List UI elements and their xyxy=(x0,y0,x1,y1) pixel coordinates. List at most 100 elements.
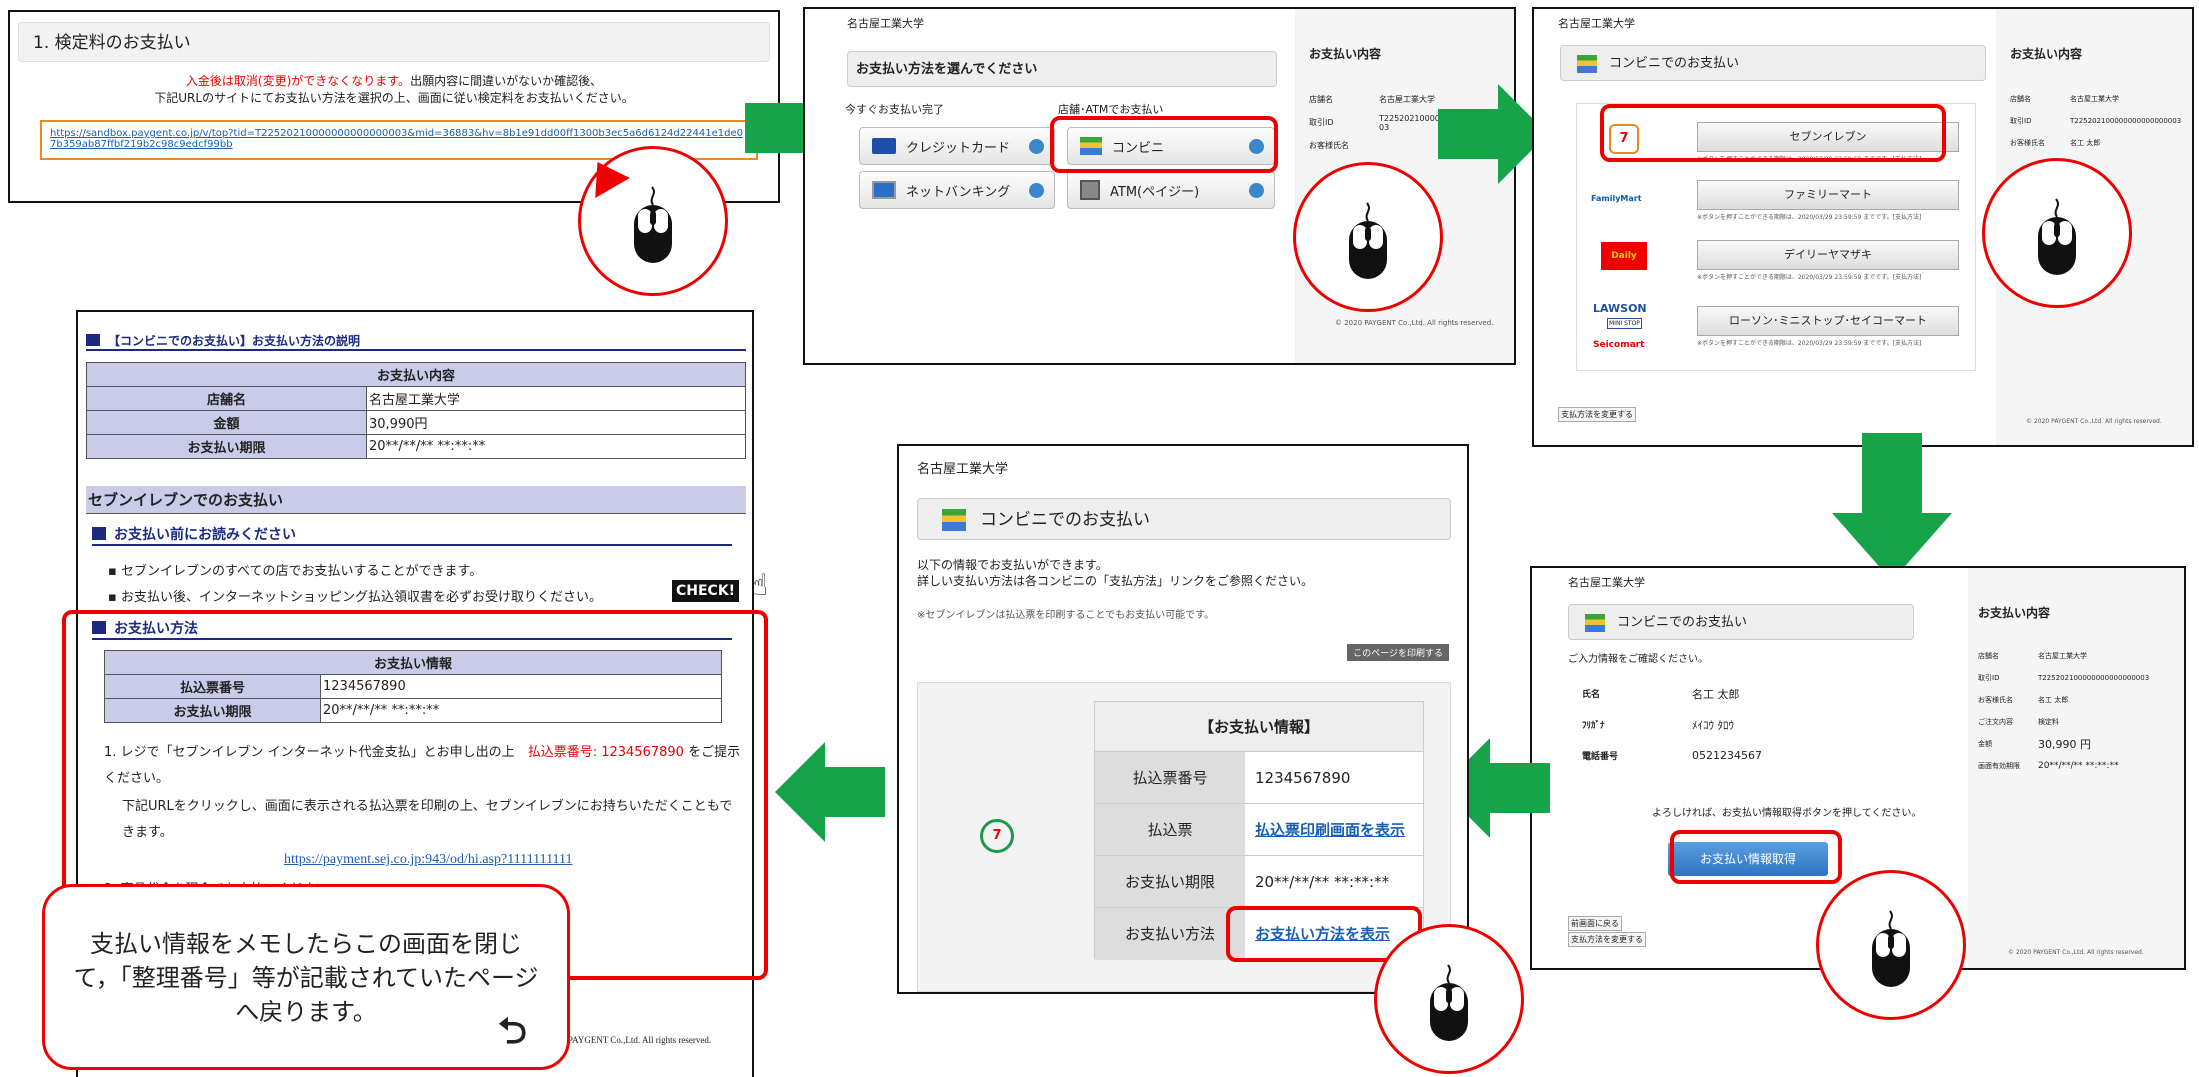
flow-arrow-5 xyxy=(775,742,885,842)
summary-table: 店舗名 名古屋工業大学 取引ID T225202100000000000000003… xyxy=(2010,88,2186,154)
instruction-callout: 支払い情報をメモしたらこの画面を閉じて，「整理番号」等が記載されていたページへ戻… xyxy=(42,884,570,1070)
seven-eleven-logo: 7 xyxy=(980,819,1014,853)
net-banking-label: ネットバンキング xyxy=(906,184,1011,200)
univ-name: 名古屋工業大学 xyxy=(847,17,924,30)
store-note: ※ボタンを押すことができる期限は、2020/03/29 23:59:59 までで… xyxy=(1697,340,1922,347)
mouse-icon xyxy=(633,186,673,264)
table-row: 金額 30,990 円 xyxy=(1978,738,2091,751)
section-title: 1. 検定料のお支払い xyxy=(18,22,770,62)
table-row: お支払い期限 20**/**/** **:**:** xyxy=(1095,856,1423,908)
lawson-logo: LAWSON xyxy=(1593,302,1647,315)
flow-arrow-3 xyxy=(1832,433,1952,581)
table-row: 店舗名 名古屋工業大学 xyxy=(86,386,746,411)
instant-pay-label: 今すぐお支払い完了 xyxy=(845,103,944,116)
list-item: ▪ セブンイレブンのすべての店でお支払いすることができます。 xyxy=(108,564,483,579)
net-banking-button[interactable]: ネットバンキング xyxy=(859,171,1055,209)
seven-note: ※セブンイレブンは払込票を印刷することでもお支払い可能です。 xyxy=(917,610,1215,621)
go-icon xyxy=(1029,139,1044,154)
notice-text: 入金後は取消(変更)ができなくなります。出願内容に間違いがないか確認後、 xyxy=(185,74,603,88)
click-bubble-2 xyxy=(1293,162,1443,312)
seicomart-logo: Seicomart xyxy=(1593,340,1645,350)
mouse-icon xyxy=(2037,198,2077,276)
return-arrow-icon: ⮌ xyxy=(498,1011,527,1052)
info-line1: 以下の情報でお支払いができます。 xyxy=(917,558,1108,572)
atm-icon xyxy=(1080,180,1100,200)
univ-name: 名古屋工業大学 xyxy=(1568,576,1645,589)
change-method-button[interactable]: 支払方法を変更する xyxy=(1558,407,1636,422)
summary-table: お支払い内容 店舗名 名古屋工業大学 金額 30,990円 お支払い期限 20**/*… xyxy=(86,362,746,459)
table-row: 画面有効期限 20**/**/** **:**:** xyxy=(1978,761,2119,771)
copyright: © 2020 PAYGENT Co.,Ltd. All rights reser… xyxy=(2026,418,2162,425)
credit-card-icon xyxy=(872,138,896,154)
notice-line2: 下記URLのサイトにてお支払い方法を選択の上、画面に従い検定料をお支払いください… xyxy=(154,91,634,105)
table-row: ﾌﾘｶﾞﾅ ﾒｲｺｳ ﾀﾛｳ xyxy=(1582,718,1734,732)
print-page-button[interactable]: このページを印刷する xyxy=(1347,644,1449,661)
click-bubble-5 xyxy=(1374,924,1524,1074)
change-method-button[interactable]: 支払方法を変更する xyxy=(1568,932,1646,947)
print-slip-link[interactable]: 払込票印刷画面を表示 xyxy=(1245,804,1405,855)
atm-button[interactable]: ATM(ペイジー) xyxy=(1067,171,1275,209)
convenience-header: コンビニでのお支払い xyxy=(1560,45,1986,81)
store-icon xyxy=(1577,55,1597,73)
select-method-header: お支払い方法を選んでください xyxy=(847,51,1277,87)
summary-title: お支払い内容 xyxy=(2010,47,2083,61)
univ-name: 名古屋工業大学 xyxy=(1558,17,1635,30)
convenience-title: コンビニでのお支払い xyxy=(1609,56,1740,71)
store-icon xyxy=(1585,614,1605,632)
dailyyamazaki-logo: Daily xyxy=(1601,242,1647,270)
click-bubble-4 xyxy=(1816,870,1966,1020)
highlight-get-info xyxy=(1670,830,1842,884)
store-button-lawson[interactable]: ローソン･ミニストップ･セイコーマート xyxy=(1697,306,1959,336)
table-row: お客様氏名 名工 太郎 xyxy=(2010,139,2101,147)
go-icon xyxy=(1249,183,1264,198)
table-row: 電話番号 0521234567 xyxy=(1582,749,1762,762)
table-row: 氏名 名工 太郎 xyxy=(1582,687,1740,701)
credit-card-button[interactable]: クレジットカード xyxy=(859,127,1055,165)
table-row: 取引ID T225202100000000000000003 xyxy=(1978,674,2150,682)
table-row: 店舗名 名古屋工業大学 xyxy=(1978,652,2087,660)
info-line2: 詳しい支払い方法は各コンビニの「支払方法」リンクをご参照ください。 xyxy=(917,574,1314,588)
table-row: 金額 30,990円 xyxy=(86,410,746,435)
summary-table: 店舗名 名古屋工業大学 取引ID T225202100000000000000003… xyxy=(1978,645,2178,777)
pointing-hand-icon: ☝ xyxy=(750,568,769,603)
confirm-text: ご入力情報をご確認ください。 xyxy=(1568,654,1708,665)
table-row: お客様氏名 名工 太郎 xyxy=(1978,696,2069,704)
section-heading: セブンイレブンでのお支払い xyxy=(86,486,746,514)
footer-copyright: PAYGENT Co.,Ltd. All rights reserved. xyxy=(568,1035,712,1045)
back-button[interactable]: 前画面に戻る xyxy=(1568,916,1622,931)
store-button-familymart[interactable]: ファミリーマート xyxy=(1697,180,1959,210)
table-row: お支払い期限 20**/**/** **:**:** xyxy=(86,434,746,459)
title-bullet-icon xyxy=(86,334,100,346)
mouse-icon xyxy=(1871,910,1911,988)
user-info-table: 氏名 名工 太郎 ﾌﾘｶﾞﾅ ﾒｲｺｳ ﾀﾛｳ 電話番号 0521234567 xyxy=(1582,678,1882,771)
univ-name: 名古屋工業大学 xyxy=(917,462,1009,477)
store-button-daily[interactable]: デイリーヤマザキ xyxy=(1697,240,1959,270)
summary-sidebar: お支払い内容 店舗名 名古屋工業大学 取引ID T22520210000000000… xyxy=(1968,568,2184,968)
table-row: 払込票 払込票印刷画面を表示 xyxy=(1095,804,1423,856)
store-pay-label: 店舗･ATMでお支払い xyxy=(1058,103,1164,116)
table-row: 店舗名 名古屋工業大学 xyxy=(2010,95,2119,103)
highlight-seven xyxy=(1600,104,1946,162)
go-icon xyxy=(1029,183,1044,198)
prompt-text: よろしければ、お支払い情報取得ボタンを押してください。 xyxy=(1652,808,1922,819)
ministop-logo: MINI STOP xyxy=(1607,318,1642,329)
highlight-convenience xyxy=(1050,116,1278,173)
instructions-title: 【コンビニでのお支払い】お支払い方法の説明 xyxy=(86,332,746,351)
copyright: © 2020 PAYGENT Co.,Ltd. All rights reser… xyxy=(2008,949,2144,956)
monitor-icon xyxy=(872,181,896,199)
convenience-title: コンビニでのお支払い xyxy=(980,510,1150,530)
credit-card-label: クレジットカード xyxy=(906,140,1011,156)
atm-label: ATM(ペイジー) xyxy=(1110,184,1200,200)
convenience-header: コンビニでのお支払い xyxy=(1568,604,1914,640)
mouse-icon xyxy=(1429,964,1469,1042)
table-row: ご注文内容 検定料 xyxy=(1978,718,2059,726)
summary-title: お支払い内容 xyxy=(1309,47,1382,61)
mouse-icon xyxy=(1348,202,1388,280)
list-item: ▪ お支払い後、インターネットショッピング払込領収書を必ずお受け取りください。 xyxy=(108,590,602,605)
heading-bullet-icon xyxy=(92,527,106,540)
table-row: お支払い内容 xyxy=(86,362,746,387)
table-row: 払込票番号 1234567890 xyxy=(1095,752,1423,804)
store-note: ※ボタンを押すことができる期限は、2020/03/29 23:59:59 までで… xyxy=(1697,214,1922,221)
click-bubble-3 xyxy=(1982,158,2132,308)
read-before-heading: お支払い前にお読みください xyxy=(92,524,732,546)
